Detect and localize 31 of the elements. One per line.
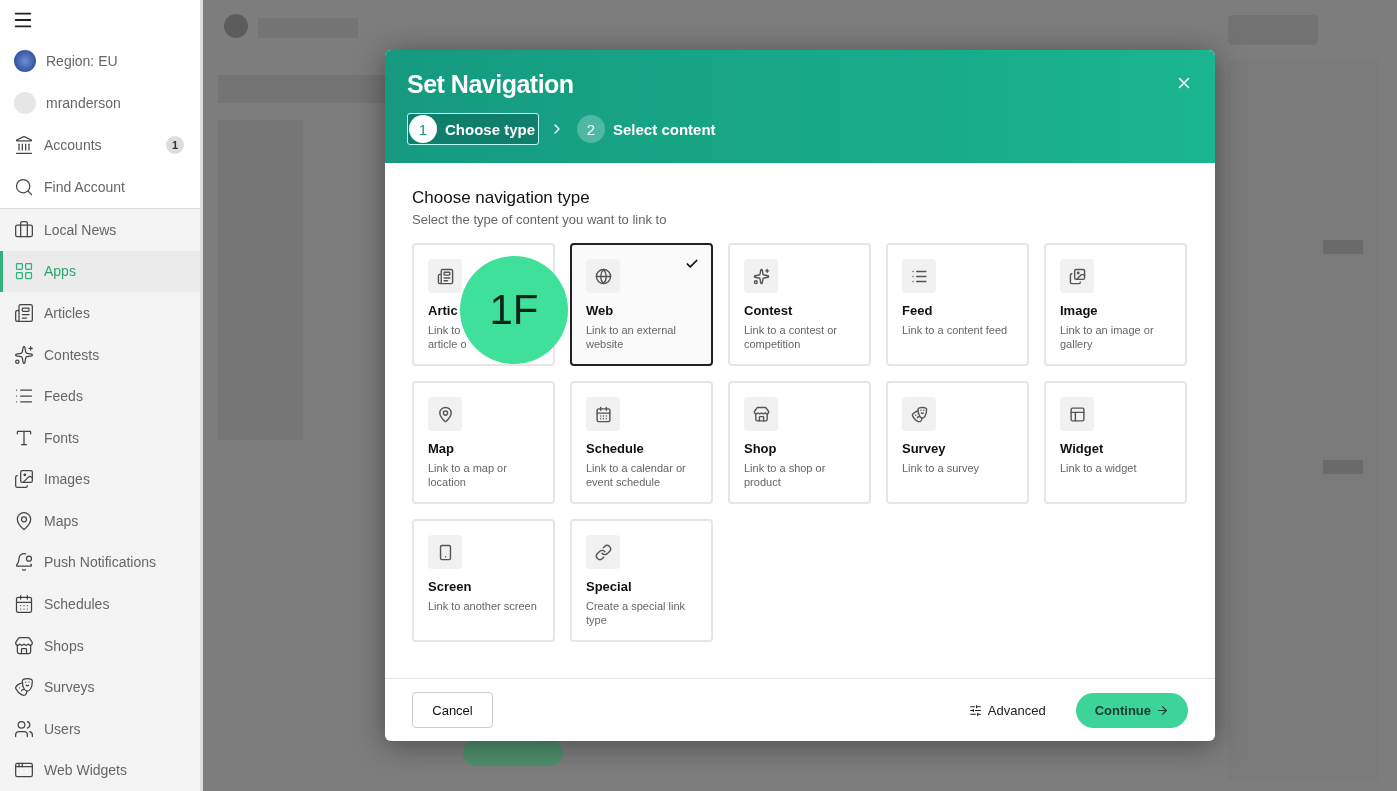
- card-title: Survey: [902, 441, 946, 456]
- card-title: Feed: [902, 303, 933, 318]
- card-title: Schedule: [586, 441, 644, 456]
- card-title: Screen: [428, 579, 472, 594]
- card-title: Web: [586, 303, 614, 318]
- card-description: Link to a content feed: [902, 323, 1008, 337]
- card-description: Link to a contest or competition: [744, 323, 838, 351]
- step-label: Choose type: [445, 120, 535, 138]
- dialog-title: Set Navigation: [407, 70, 574, 99]
- card-title: Shop: [744, 441, 777, 456]
- section-heading: Choose navigation type: [412, 188, 591, 208]
- step-number: 2: [577, 115, 605, 143]
- card-title: Contest: [744, 303, 793, 318]
- card-title: Artic: [428, 303, 458, 318]
- card-description: Link to an image or gallery: [1060, 323, 1155, 351]
- card-description: Create a special link type: [586, 599, 687, 627]
- step-number: 1: [409, 115, 437, 143]
- card-title: Widget: [1060, 441, 1104, 456]
- card-title: Special: [586, 579, 632, 594]
- card-description: Link to a widget: [1060, 461, 1137, 475]
- count-badge: 1: [166, 136, 184, 154]
- card-description: Link to a shop or product: [744, 461, 827, 489]
- card-title: Map: [428, 441, 454, 456]
- card-description: Link to another screen: [428, 599, 537, 613]
- step-label: Select content: [613, 120, 716, 138]
- card-description: Link to a calendar or event schedule: [586, 461, 687, 489]
- card-description: Link to a map or location: [428, 461, 508, 489]
- card-description: Link to a survey: [902, 461, 980, 475]
- section-subheading: Select the type of content you want to link to: [412, 212, 668, 227]
- card-description: Link to an external website: [586, 323, 677, 351]
- card-title: Image: [1060, 303, 1098, 318]
